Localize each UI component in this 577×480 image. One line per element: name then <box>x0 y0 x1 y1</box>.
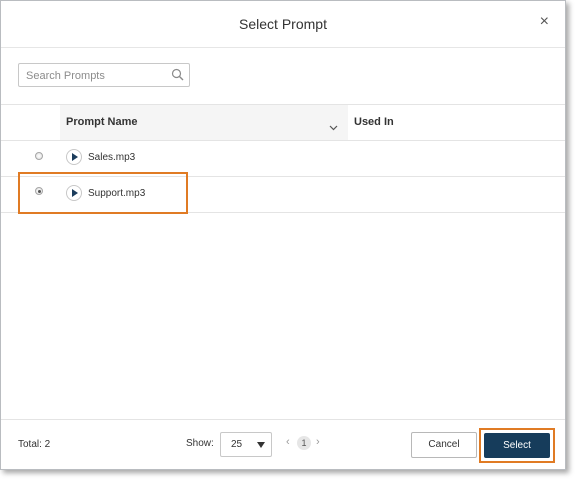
dialog-title: Select Prompt <box>239 16 327 32</box>
row-radio[interactable] <box>35 152 43 160</box>
select-button[interactable]: Select <box>484 433 550 458</box>
close-icon[interactable]: × <box>540 13 549 31</box>
prompt-name-header-label: Prompt Name <box>66 116 138 128</box>
dialog-footer: Total: 2 Show: 25 ‹ 1 › Cancel Select <box>1 419 565 469</box>
search-icon[interactable] <box>171 68 184 86</box>
select-button-highlight: Select <box>479 428 555 463</box>
dialog-header: Select Prompt × <box>1 1 565 48</box>
prev-page-icon[interactable]: ‹ <box>286 436 290 448</box>
cancel-button[interactable]: Cancel <box>411 432 477 458</box>
search-box <box>18 63 190 87</box>
search-input[interactable] <box>26 68 166 83</box>
page-size-value: 25 <box>231 439 243 450</box>
total-count: Total: 2 <box>18 439 51 450</box>
prompt-file-name: Sales.mp3 <box>88 152 136 163</box>
play-icon[interactable] <box>66 149 82 165</box>
select-prompt-dialog: Select Prompt × Prompt Name Used In Sale… <box>0 0 566 470</box>
caret-down-icon <box>257 442 265 448</box>
page-number[interactable]: 1 <box>297 436 311 450</box>
page-size-select[interactable]: 25 <box>220 432 272 457</box>
chevron-down-icon[interactable] <box>329 118 338 136</box>
selection-highlight-box <box>18 172 188 214</box>
show-label: Show: <box>186 438 214 449</box>
next-page-icon[interactable]: › <box>316 436 320 448</box>
used-in-header-label: Used In <box>354 116 394 128</box>
table-header: Prompt Name Used In <box>1 104 565 141</box>
